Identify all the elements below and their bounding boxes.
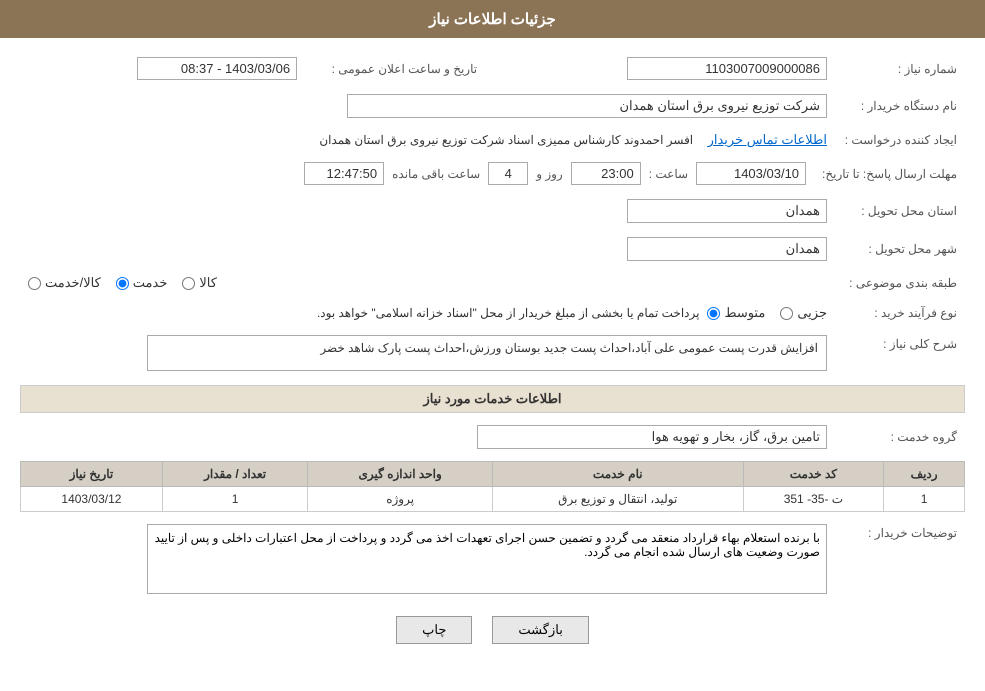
- category-khadamat-radio[interactable]: [116, 277, 129, 290]
- category-kala-label: کالا: [199, 275, 217, 291]
- buyer-notes-label: توضیحات خریدار :: [835, 520, 965, 601]
- creator-link[interactable]: اطلاعات تماس خریدار: [708, 132, 827, 147]
- col-name: نام خدمت: [492, 462, 743, 487]
- purchase-motavasset-radio[interactable]: [707, 307, 720, 320]
- category-option-kala-khadamat[interactable]: کالا/خدمت: [28, 275, 101, 291]
- purchase-type-jozei[interactable]: جزیی: [780, 305, 827, 321]
- need-description-value: افزایش قدرت پست عمومی علی آباد،احداث پست…: [147, 335, 827, 371]
- services-section-title: اطلاعات خدمات مورد نیاز: [20, 385, 965, 413]
- category-kala-khadamat-label: کالا/خدمت: [45, 275, 101, 291]
- col-quantity: تعداد / مقدار: [162, 462, 308, 487]
- table-row: 1ت -35- 351تولید، انتقال و توزیع برقپروژ…: [21, 487, 965, 512]
- purchase-jozei-radio[interactable]: [780, 307, 793, 320]
- cell-code: ت -35- 351: [743, 487, 884, 512]
- buyer-org-label: نام دستگاه خریدار :: [835, 90, 965, 122]
- announce-label: تاریخ و ساعت اعلان عمومی :: [332, 62, 478, 76]
- cell-name: تولید، انتقال و توزیع برق: [492, 487, 743, 512]
- deadline-remaining-label: ساعت باقی مانده: [392, 167, 480, 181]
- col-unit: واحد اندازه گیری: [308, 462, 493, 487]
- purchase-type-label: نوع فرآیند خرید :: [835, 301, 965, 325]
- cell-date: 1403/03/12: [21, 487, 163, 512]
- col-row: ردیف: [884, 462, 965, 487]
- creator-value: افسر احمدوند کارشناس ممیزی اسناد شرکت تو…: [319, 133, 693, 147]
- category-option-kala[interactable]: کالا: [182, 275, 217, 291]
- delivery-city-value: همدان: [627, 237, 827, 261]
- purchase-type-motavasset[interactable]: متوسط: [707, 305, 765, 321]
- category-option-khadamat[interactable]: خدمت: [116, 275, 168, 291]
- need-description-label: شرح کلی نیاز :: [835, 331, 965, 375]
- cell-unit: پروژه: [308, 487, 493, 512]
- services-table: ردیف کد خدمت نام خدمت واحد اندازه گیری ت…: [20, 461, 965, 512]
- buyer-org-value: شرکت توزیع نیروی برق استان همدان: [347, 94, 827, 118]
- buyer-notes-value[interactable]: [147, 524, 827, 594]
- buttons-row: بازگشت چاپ: [20, 616, 965, 644]
- need-number-value: 1103007009000086: [627, 57, 827, 80]
- category-radio-group: کالا/خدمت خدمت کالا: [28, 275, 827, 291]
- creator-label: ایجاد کننده درخواست :: [835, 128, 965, 152]
- category-khadamat-label: خدمت: [133, 275, 168, 291]
- back-button[interactable]: بازگشت: [492, 616, 588, 644]
- category-label: طبقه بندی موضوعی :: [835, 271, 965, 295]
- deadline-remaining: 12:47:50: [304, 162, 384, 185]
- service-group-value: تامین برق، گاز، بخار و تهویه هوا: [477, 425, 827, 449]
- deadline-days-label: روز و: [536, 167, 563, 181]
- purchase-note: پرداخت تمام یا بخشی از مبلغ خریدار از مح…: [317, 306, 700, 320]
- need-number-label: شماره نیاز :: [835, 53, 965, 84]
- delivery-province-value: همدان: [627, 199, 827, 223]
- category-kala-radio[interactable]: [182, 277, 195, 290]
- delivery-city-label: شهر محل تحویل :: [835, 233, 965, 265]
- deadline-label: مهلت ارسال پاسخ: تا تاریخ:: [814, 158, 965, 189]
- deadline-days: 4: [488, 162, 528, 185]
- deadline-time: 23:00: [571, 162, 641, 185]
- cell-row: 1: [884, 487, 965, 512]
- col-date: تاریخ نیاز: [21, 462, 163, 487]
- page-title: جزئیات اطلاعات نیاز: [0, 0, 985, 38]
- purchase-type-radio-group: متوسط جزیی: [707, 305, 827, 321]
- deadline-date: 1403/03/10: [696, 162, 806, 185]
- purchase-jozei-label: جزیی: [797, 305, 827, 321]
- category-kala-khadamat-radio[interactable]: [28, 277, 41, 290]
- col-code: کد خدمت: [743, 462, 884, 487]
- delivery-province-label: استان محل تحویل :: [835, 195, 965, 227]
- announce-value: 1403/03/06 - 08:37: [137, 57, 297, 80]
- purchase-motavasset-label: متوسط: [724, 305, 765, 321]
- print-button[interactable]: چاپ: [396, 616, 472, 644]
- cell-quantity: 1: [162, 487, 308, 512]
- service-group-label: گروه خدمت :: [835, 421, 965, 453]
- deadline-time-label: ساعت :: [649, 167, 688, 181]
